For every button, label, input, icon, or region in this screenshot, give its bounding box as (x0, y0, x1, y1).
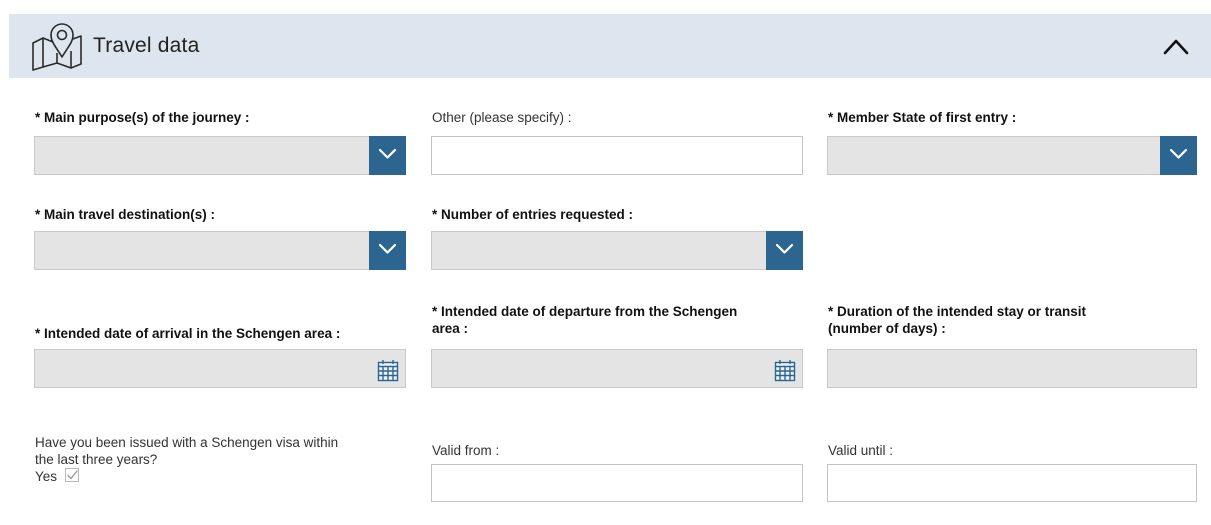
member-state-label: * Member State of first entry : (828, 110, 1017, 125)
valid-until-input[interactable] (827, 464, 1197, 502)
entries-requested-select[interactable] (431, 231, 803, 270)
main-destination-label: * Main travel destination(s) : (35, 207, 216, 222)
chevron-down-icon (775, 243, 794, 254)
main-purpose-label: * Main purpose(s) of the journey : (35, 110, 250, 125)
map-pin-icon (32, 23, 82, 71)
departure-calendar-button[interactable] (773, 358, 797, 382)
chevron-up-icon (1163, 39, 1189, 55)
departure-date-label-line1: * Intended date of departure from the Sc… (432, 304, 738, 319)
yes-label: Yes (35, 469, 58, 484)
duration-label-line2: (number of days) : (828, 321, 946, 336)
previous-visa-question-line1: Have you been issued with a Schengen vis… (35, 435, 339, 450)
previous-visa-checkbox[interactable] (65, 468, 79, 482)
panel-header[interactable]: Travel data (9, 14, 1211, 78)
arrival-calendar-button[interactable] (376, 358, 400, 382)
collapse-button[interactable] (1159, 30, 1193, 62)
valid-from-input[interactable] (431, 464, 803, 502)
previous-visa-question: Have you been issued with a Schengen vis… (35, 434, 338, 468)
arrival-date-input[interactable] (34, 349, 406, 388)
entries-requested-dropdown-button[interactable] (766, 231, 803, 270)
valid-from-label: Valid from : (432, 443, 500, 458)
panel-title: Travel data (93, 34, 200, 57)
main-destination-dropdown-button[interactable] (369, 231, 406, 270)
calendar-icon (377, 360, 399, 382)
duration-input[interactable] (827, 349, 1197, 388)
duration-label: * Duration of the intended stay or trans… (828, 303, 1086, 337)
main-purpose-select[interactable] (34, 136, 406, 175)
member-state-dropdown-button[interactable] (1160, 136, 1197, 175)
calendar-icon (774, 360, 796, 382)
arrival-date-label: * Intended date of arrival in the Scheng… (35, 326, 341, 341)
entries-requested-label: * Number of entries requested : (432, 207, 634, 222)
main-destination-select[interactable] (34, 231, 406, 270)
chevron-down-icon (378, 243, 397, 254)
duration-label-line1: * Duration of the intended stay or trans… (828, 304, 1087, 319)
chevron-down-icon (378, 148, 397, 159)
member-state-select[interactable] (827, 136, 1197, 175)
main-purpose-dropdown-button[interactable] (369, 136, 406, 175)
other-specify-label: Other (please specify) : (432, 110, 572, 125)
other-specify-input[interactable] (431, 136, 803, 175)
departure-date-label: * Intended date of departure from the Sc… (432, 303, 737, 337)
valid-until-label: Valid until : (828, 443, 894, 458)
departure-date-label-line2: area : (432, 321, 469, 336)
chevron-down-icon (1169, 148, 1188, 159)
departure-date-input[interactable] (431, 349, 803, 388)
checkmark-icon (67, 470, 78, 480)
previous-visa-question-line2: the last three years? (35, 452, 158, 467)
